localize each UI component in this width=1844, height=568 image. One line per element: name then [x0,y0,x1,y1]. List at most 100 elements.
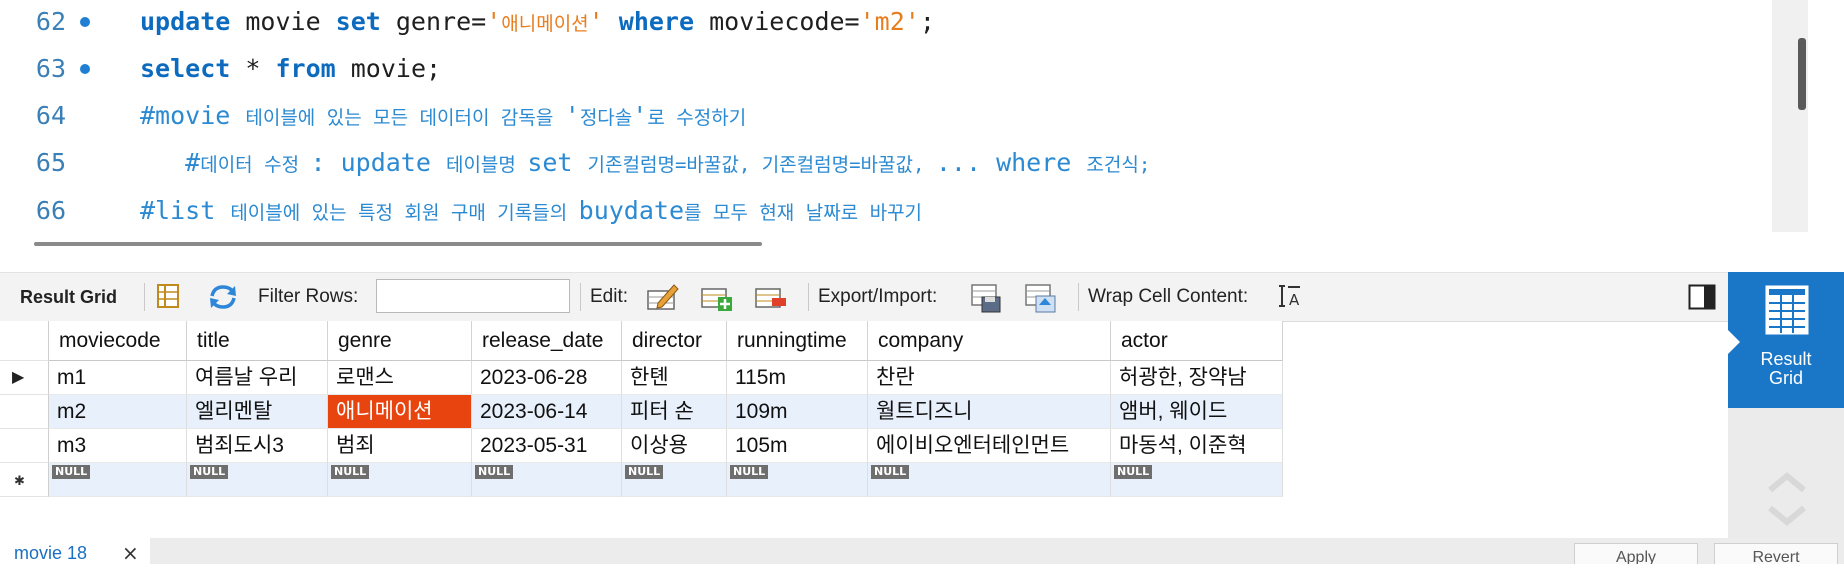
wrap-cell-content-label: Wrap Cell Content: [1088,286,1249,307]
code-text: #데이터 수정 : update 테이블명 set 기존컬럼명=바꿀값, 기존컬… [140,143,1150,185]
delete-row-icon[interactable] [754,283,788,315]
wrap-text-icon[interactable]: A [1278,283,1304,313]
code-text: #list 테이블에 있는 특정 회원 구매 기록들의 buydate를 모두 … [140,191,922,232]
column-header-runningtime[interactable]: runningtime [727,321,868,361]
grid-cell-genre[interactable]: 애니메이션 [328,395,472,429]
new-row-cell[interactable]: NULL [868,463,1111,497]
grid-cell-genre[interactable]: 로맨스 [328,361,472,395]
null-badge: NULL [331,465,370,479]
result-grid-tab-label[interactable]: Result Grid [20,273,117,321]
code-token: 로 수정하기 [647,107,747,129]
filter-rows-input[interactable] [376,279,570,313]
new-row-cell[interactable]: NULL [49,463,187,497]
new-row-cell[interactable]: NULL [472,463,622,497]
result-grid-side-label-1: Result [1760,349,1812,369]
result-grid-side-label-2: Grid [1768,368,1803,388]
new-row-cell[interactable]: NULL [727,463,868,497]
toolbar-separator [580,283,581,311]
result-grid-side-button[interactable]: Result Grid [1728,272,1844,408]
code-token: 정다솔 [579,107,633,129]
export-icon[interactable] [970,283,1004,317]
grid-cell-runningtime[interactable]: 109m [727,395,868,429]
null-badge: NULL [730,465,769,479]
insert-row-icon[interactable] [700,283,734,315]
grid-cell-genre[interactable]: 범죄 [328,429,472,463]
editor-vertical-scrollbar[interactable] [1772,0,1808,232]
grid-cell-director[interactable]: 피터 손 [622,395,727,429]
new-row-cell[interactable]: NULL [187,463,328,497]
code-line[interactable]: 65 #데이터 수정 : update 테이블명 set 기존컬럼명=바꿀값, … [0,143,1808,183]
new-row-marker-icon: ✱ [14,473,25,488]
new-row-cell[interactable]: NULL [328,463,472,497]
line-number: 65 [35,148,66,177]
null-badge: NULL [52,465,91,479]
column-layout-icon[interactable] [156,283,180,313]
code-token: ' [564,101,580,130]
editor-horizontal-scroll-thumb[interactable] [34,242,762,246]
grid-cell-director[interactable]: 이상용 [622,429,727,463]
grid-cell-title[interactable]: 범죄도시3 [187,429,328,463]
grid-cell-release-date[interactable]: 2023-06-28 [472,361,622,395]
null-badge: NULL [190,465,229,479]
revert-button[interactable]: Revert [1714,543,1838,564]
grid-cell-company[interactable]: 월트디즈니 [868,395,1111,429]
code-token: from [275,54,336,83]
line-number: 66 [35,196,66,225]
grid-cell-actor[interactable]: 앰버, 웨이드 [1111,395,1283,429]
code-token: 를 모두 현재 날짜로 바꾸기 [684,202,923,224]
grid-cell-moviecode[interactable]: m3 [49,429,187,463]
svg-text:A: A [1289,291,1300,309]
result-toolbar: Result Grid Filter Rows: Edit: Export/Im… [0,272,1728,322]
column-header-company[interactable]: company [868,321,1111,361]
grid-cell-runningtime[interactable]: 115m [727,361,868,395]
grid-cell-release-date[interactable]: 2023-05-31 [472,429,622,463]
code-token: #movie [140,101,246,130]
code-token: 테이블에 있는 특정 회원 구매 기록들의 [230,202,579,224]
grid-cell-title[interactable]: 엘리멘탈 [187,395,328,429]
edit-row-icon[interactable] [646,283,680,315]
code-token: ... where [935,148,1087,177]
grid-cell-actor[interactable]: 마동석, 이준혁 [1111,429,1283,463]
row-selector[interactable] [0,429,49,463]
column-header-release-date[interactable]: release_date [472,321,622,361]
code-line[interactable]: 62 update movie set genre='애니메이션' where m… [0,2,1808,42]
code-line[interactable]: 64 #movie 테이블에 있는 모든 데이터이 감독을 '정다솔'로 수정하기 [0,96,1808,136]
toolbar-separator [144,283,145,311]
toggle-panel-icon[interactable] [1688,284,1716,314]
grid-cell-company[interactable]: 찬란 [868,361,1111,395]
new-row-cell[interactable]: NULL [1111,463,1283,497]
code-token: 애니메이션 [501,13,589,35]
grid-icon [1764,284,1810,340]
column-header-director[interactable]: director [622,321,727,361]
sql-editor[interactable]: 62 update movie set genre='애니메이션' where m… [0,0,1808,232]
new-row-cell[interactable]: NULL [622,463,727,497]
grid-cell-moviecode[interactable]: m1 [49,361,187,395]
grid-cell-title[interactable]: 여름날 우리 [187,361,328,395]
grid-cell-director[interactable]: 한톈 [622,361,727,395]
new-row-selector[interactable]: ✱ [0,463,49,497]
code-text: select * from movie; [140,49,441,89]
apply-button[interactable]: Apply [1574,543,1698,564]
editor-vertical-scroll-thumb[interactable] [1798,38,1806,110]
column-header-actor[interactable]: actor [1111,321,1283,361]
row-selector[interactable] [0,395,49,429]
panel-scroll-chevrons-icon[interactable] [1766,470,1808,534]
row-selector[interactable]: ▶ [0,361,49,395]
grid-cell-release-date[interactable]: 2023-06-14 [472,395,622,429]
code-text: update movie set genre='애니메이션' where mov… [140,2,935,44]
statement-marker-icon[interactable] [80,64,90,74]
grid-cell-moviecode[interactable]: m2 [49,395,187,429]
null-badge: NULL [625,465,664,479]
grid-cell-company[interactable]: 에이비오엔터테인먼트 [868,429,1111,463]
refresh-icon[interactable] [208,283,238,315]
column-header-moviecode[interactable]: moviecode [49,321,187,361]
current-row-marker-icon: ▶ [12,369,25,386]
statement-marker-icon[interactable] [80,17,90,27]
grid-cell-actor[interactable]: 허광한, 장약남 [1111,361,1283,395]
column-header-title[interactable]: title [187,321,328,361]
column-header-genre[interactable]: genre [328,321,472,361]
code-line[interactable]: 66 #list 테이블에 있는 특정 회원 구매 기록들의 buydate를 모… [0,191,1808,231]
grid-cell-runningtime[interactable]: 105m [727,429,868,463]
code-line[interactable]: 63 select * from movie; [0,49,1808,89]
import-icon[interactable] [1024,283,1058,317]
